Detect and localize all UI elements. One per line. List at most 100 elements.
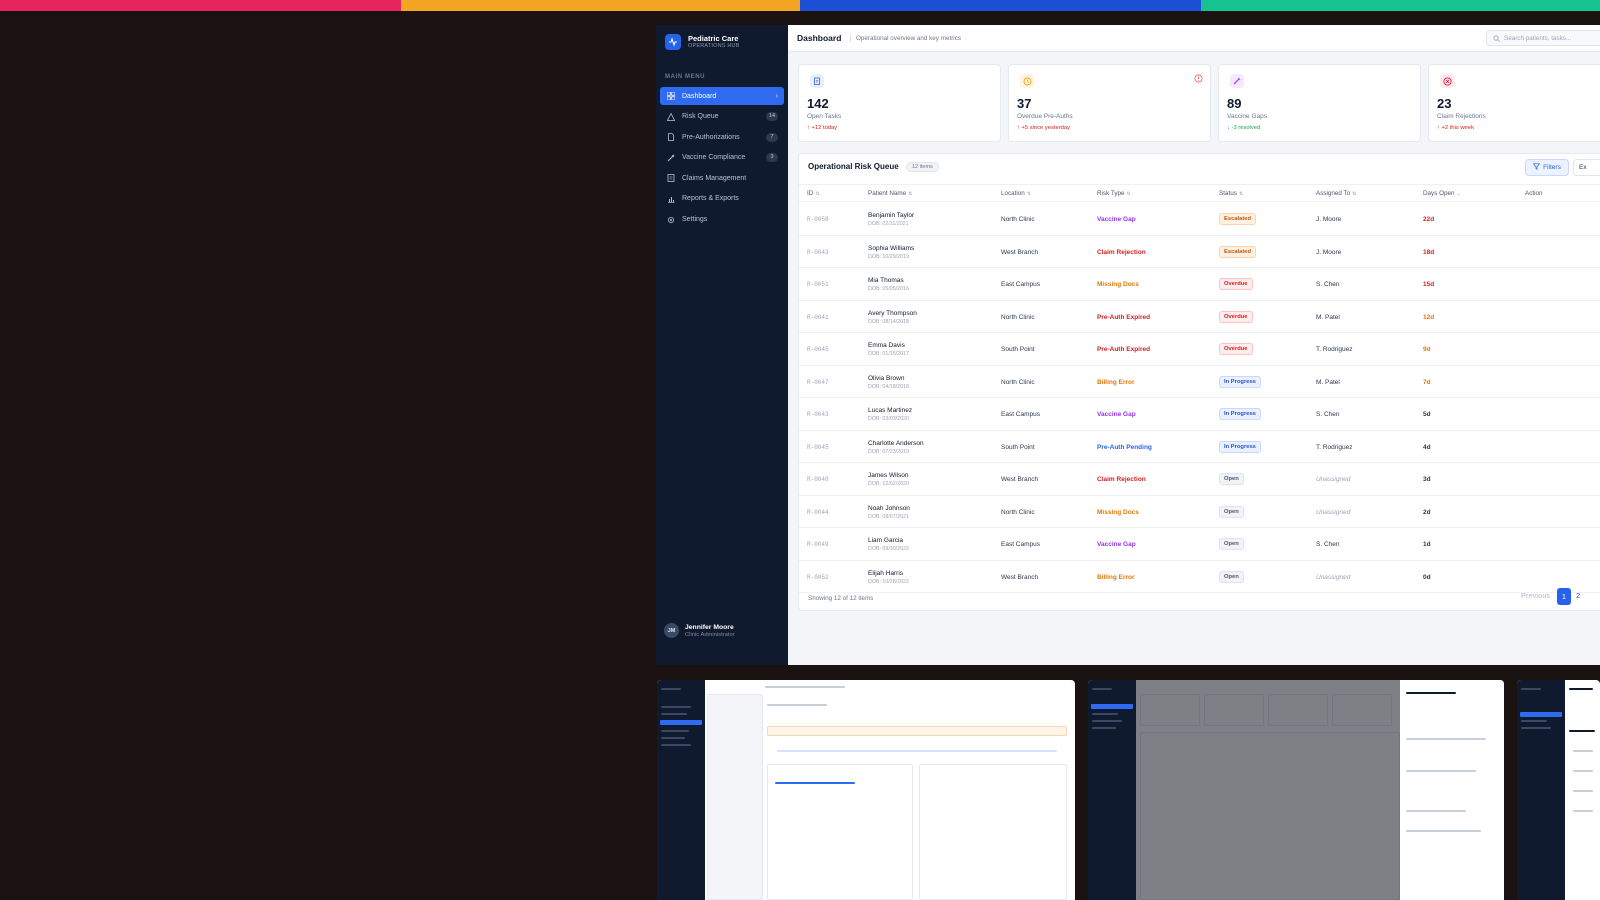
document-icon bbox=[666, 132, 676, 142]
status-badge: Open bbox=[1219, 538, 1244, 550]
assigned-to: S. Chen bbox=[1316, 541, 1340, 548]
status-badge: In Progress bbox=[1219, 408, 1261, 420]
sort-icon: ⇅ bbox=[1126, 191, 1131, 197]
preview-thumbnail-2[interactable] bbox=[1088, 680, 1504, 900]
stat-card-open-tasks[interactable]: 142 Open Tasks ↑ +12 today bbox=[798, 64, 1001, 142]
table-header: ID ⇅ Patient Name ⇅ Location ⇅ Risk Type ⇅ S… bbox=[799, 184, 1600, 202]
filter-icon bbox=[1532, 163, 1541, 172]
table-row[interactable]: R-0043 Sophia Williams DOB: 10/29/2019 West… bbox=[799, 236, 1600, 268]
status-badge: Overdue bbox=[1219, 278, 1253, 290]
table-row[interactable]: R-0045 Emma Davis DOB: 01/15/2017 South Poi… bbox=[799, 333, 1600, 366]
patient-name[interactable]: Avery Thompson bbox=[868, 310, 917, 317]
patient-dob: DOB: 01/15/2017 bbox=[868, 351, 909, 357]
days-open: 18d bbox=[1423, 248, 1435, 256]
risk-type: Vaccine Gap bbox=[1097, 216, 1136, 223]
patient-name[interactable]: Charlotte Anderson bbox=[868, 440, 924, 447]
status-badge: In Progress bbox=[1219, 375, 1261, 388]
risk-type: Pre-Auth Expired bbox=[1097, 346, 1151, 353]
patient-dob: DOB: 04/18/2018 bbox=[868, 383, 909, 390]
status-badge: Open bbox=[1219, 570, 1244, 583]
column-header-location[interactable]: Location ⇅ bbox=[1001, 190, 1031, 197]
patient-name[interactable]: Lucas Martinez bbox=[868, 407, 912, 414]
patient-name[interactable]: Mia Thomas bbox=[868, 277, 904, 284]
table-row[interactable]: R-0041 Avery Thompson DOB: 08/14/2018 North… bbox=[799, 301, 1600, 333]
patient-dob: DOB: 07/23/2019 bbox=[868, 448, 909, 455]
sidebar-item-label: Reports & Exports bbox=[682, 195, 739, 203]
user-name: Jennifer Moore bbox=[685, 624, 734, 631]
column-header-id[interactable]: ID ⇅ bbox=[807, 190, 820, 197]
preview-thumbnail-1[interactable] bbox=[657, 680, 1075, 900]
location: North Clinic bbox=[1001, 508, 1035, 516]
user-profile[interactable]: JM Jennifer Moore Clinic Administrator bbox=[664, 623, 735, 638]
stat-delta: ↑ +5 since yesterday bbox=[1017, 125, 1071, 131]
search-input[interactable]: Search patients, tasks... bbox=[1486, 30, 1600, 46]
top-bar: Dashboard Operational overview and key m… bbox=[788, 25, 1600, 52]
table-row[interactable]: R-0043 Lucas Martinez DOB: 03/03/2020 East … bbox=[799, 398, 1600, 431]
sidebar: Pediatric Care OPERATIONS HUB MAIN MENU … bbox=[656, 25, 788, 665]
table-row[interactable]: R-0049 Liam Garcia DOB: 09/30/2022 East Cam… bbox=[799, 528, 1600, 561]
sidebar-item-reports-exports[interactable]: Reports & Exports bbox=[660, 190, 784, 208]
column-header-risk-type[interactable]: Risk Type ⇅ bbox=[1097, 190, 1131, 197]
patient-name[interactable]: Olivia Brown bbox=[868, 375, 904, 382]
sidebar-item-vaccine-compliance[interactable]: Vaccine Compliance 3 bbox=[660, 149, 784, 167]
table-body: R-0058 Benjamin Taylor DOB: 02/11/2021 Nort… bbox=[799, 203, 1600, 593]
patient-name[interactable]: Sophia Williams bbox=[868, 245, 914, 252]
patient-dob: DOB: 02/11/2021 bbox=[868, 221, 909, 227]
risk-type: Vaccine Gap bbox=[1097, 411, 1136, 418]
stat-card-overdue-pre-auths[interactable]: 37 Overdue Pre-Auths ↑ +5 since yesterda… bbox=[1008, 64, 1211, 142]
risk-type: Missing Docs bbox=[1097, 508, 1139, 516]
page-1-button[interactable]: 1 bbox=[1557, 588, 1571, 605]
sort-icon: ⇅ bbox=[1352, 191, 1357, 197]
sidebar-item-settings[interactable]: Settings bbox=[660, 211, 784, 229]
preview-thumbnail-3[interactable] bbox=[1517, 680, 1600, 900]
patient-name[interactable]: Noah Johnson bbox=[868, 505, 910, 512]
clipboard-icon bbox=[810, 74, 824, 88]
location: West Branch bbox=[1001, 573, 1039, 581]
stat-card-vaccine-gaps[interactable]: 89 Vaccine Gaps ↓ -3 resolved bbox=[1218, 64, 1421, 142]
column-header-assigned-to[interactable]: Assigned To ⇅ bbox=[1316, 190, 1356, 197]
count-badge: 12 items bbox=[906, 162, 939, 172]
assigned-to: J. Moore bbox=[1316, 248, 1342, 256]
location: West Branch bbox=[1001, 248, 1039, 256]
filters-button[interactable]: Filters bbox=[1525, 159, 1569, 176]
sidebar-item-pre-authorizations[interactable]: Pre-Authorizations 7 bbox=[660, 128, 784, 146]
sidebar-item-claims-management[interactable]: Claims Management bbox=[660, 169, 784, 187]
column-header-patient-name[interactable]: Patient Name ⇅ bbox=[868, 190, 912, 197]
patient-dob: DOB: 10/28/2022 bbox=[868, 578, 909, 585]
mini-sidebar bbox=[657, 680, 705, 900]
pagination-summary: Showing 12 of 12 items bbox=[808, 595, 874, 602]
patient-name[interactable]: Emma Davis bbox=[868, 342, 905, 349]
sort-icon: ⇅ bbox=[1238, 191, 1244, 197]
brand[interactable]: Pediatric Care OPERATIONS HUB bbox=[665, 34, 740, 50]
table-row[interactable]: R-0045 Charlotte Anderson DOB: 07/23/2019 S… bbox=[799, 431, 1600, 463]
table-row[interactable]: R-0052 Elijah Harris DOB: 10/28/2022 West B… bbox=[799, 561, 1600, 593]
stat-delta: ↓ -3 resolved bbox=[1227, 125, 1261, 131]
sort-icon: ⇅ bbox=[908, 191, 913, 197]
stat-card-claim-rejections[interactable]: 23 Claim Rejections ↑ +2 this week bbox=[1428, 64, 1600, 142]
export-button[interactable]: Ex bbox=[1573, 159, 1600, 176]
table-row[interactable]: R-0058 Benjamin Taylor DOB: 02/11/2021 Nort… bbox=[799, 203, 1600, 236]
column-header-status[interactable]: Status ⇅ bbox=[1219, 190, 1243, 197]
page-2-button[interactable]: 2 bbox=[1576, 591, 1580, 600]
days-open: 1d bbox=[1423, 541, 1431, 548]
days-open: 3d bbox=[1423, 476, 1431, 483]
assigned-to: Unassigned bbox=[1316, 476, 1351, 483]
patient-name[interactable]: James Wilson bbox=[868, 472, 908, 479]
patient-name[interactable]: Benjamin Taylor bbox=[868, 212, 914, 219]
previous-page-button[interactable]: Previous bbox=[1521, 591, 1550, 600]
patient-name[interactable]: Liam Garcia bbox=[868, 537, 903, 544]
assigned-to: T. Rodriguez bbox=[1316, 443, 1353, 451]
status-badge: Escalated bbox=[1219, 245, 1257, 258]
table-row[interactable]: R-0048 James Wilson DOB: 12/02/2020 West Br… bbox=[799, 463, 1600, 496]
stat-delta: ↑ +2 this week bbox=[1437, 125, 1474, 131]
column-header-days-open[interactable]: Days Open ⌄ bbox=[1423, 190, 1461, 197]
table-row[interactable]: R-0051 Mia Thomas DOB: 05/05/2016 East Camp… bbox=[799, 268, 1600, 301]
table-row[interactable]: R-0044 Noah Johnson DOB: 08/07/2021 North C… bbox=[799, 496, 1600, 528]
sidebar-item-label: Pre-Authorizations bbox=[682, 133, 740, 141]
sidebar-item-dashboard[interactable]: Dashboard › bbox=[660, 87, 784, 105]
alert-icon bbox=[1194, 70, 1203, 88]
avatar: JM bbox=[664, 623, 679, 638]
patient-name[interactable]: Elijah Harris bbox=[868, 570, 903, 577]
sidebar-item-risk-queue[interactable]: Risk Queue 14 bbox=[660, 108, 784, 126]
table-row[interactable]: R-0047 Olivia Brown DOB: 04/18/2018 North C… bbox=[799, 366, 1600, 398]
